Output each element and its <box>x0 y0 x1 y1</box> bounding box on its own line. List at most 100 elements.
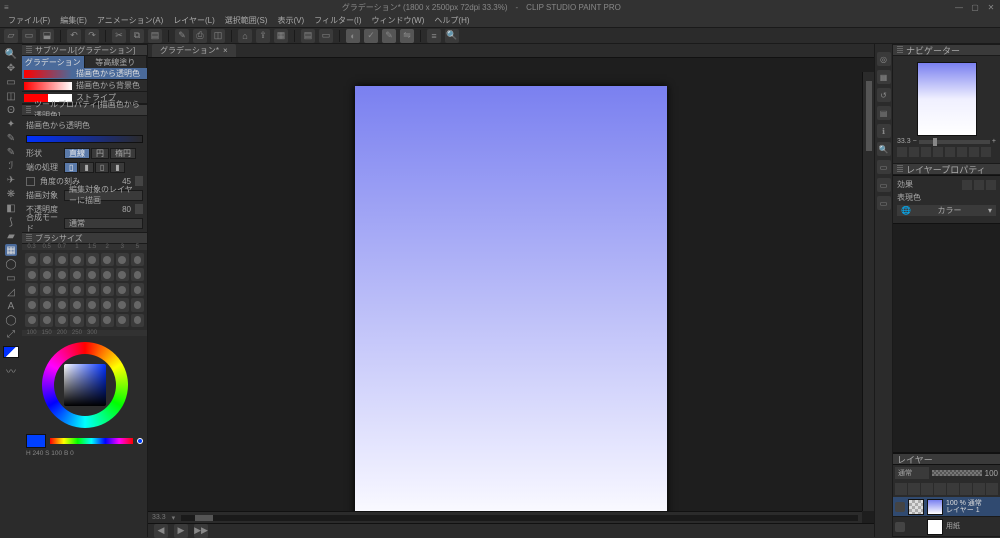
brush-preset[interactable] <box>101 298 114 311</box>
edge-opt-2[interactable]: ▮ <box>79 162 93 173</box>
timeline-prev-icon[interactable]: ◀ <box>154 524 168 538</box>
cut-icon[interactable]: ✂ <box>112 29 126 43</box>
hue-slider[interactable] <box>50 438 133 444</box>
item3-icon[interactable]: ▭ <box>877 196 891 210</box>
angle-checkbox[interactable] <box>26 177 35 186</box>
nav-tool-3[interactable] <box>921 147 931 157</box>
subtool-item-0[interactable]: 描画色から透明色 <box>22 68 147 80</box>
brush-preset[interactable] <box>116 298 129 311</box>
brush-preset[interactable] <box>40 314 53 327</box>
brush-preset[interactable] <box>131 268 144 281</box>
tool-operation[interactable]: ▭ <box>5 76 17 88</box>
color-wheel[interactable] <box>42 342 128 428</box>
zoom-in-icon[interactable]: + <box>992 138 996 145</box>
tool-gradient[interactable]: ▦ <box>5 244 17 256</box>
layer-row-1[interactable]: 用紙 <box>893 517 1000 537</box>
save-icon[interactable]: ⬓ <box>40 29 54 43</box>
brush-preset[interactable] <box>131 253 144 266</box>
document-tab[interactable]: グラデーション* × <box>152 44 236 57</box>
tool-eraser[interactable]: ◧ <box>5 202 17 214</box>
layer-visibility-icon[interactable] <box>895 522 905 532</box>
tool-pen[interactable]: ✎ <box>5 146 17 158</box>
brush-preset[interactable] <box>70 314 83 327</box>
redo-icon[interactable]: ↷ <box>85 29 99 43</box>
brush-preset[interactable] <box>101 253 114 266</box>
layerprop-mode-select[interactable]: 🌐カラー▾ <box>897 205 996 216</box>
target-select[interactable]: 編集対象のレイヤーに描画 <box>64 190 143 201</box>
tool-fill[interactable]: ▰ <box>5 230 17 242</box>
gradient-preview-bar[interactable] <box>26 135 143 143</box>
search-icon[interactable]: 🔍 <box>445 29 459 43</box>
layer-more-icon[interactable] <box>986 483 998 495</box>
flip-icon[interactable]: ⇋ <box>400 29 414 43</box>
close-button[interactable]: ✕ <box>986 2 996 12</box>
align-icon[interactable]: ≡ <box>427 29 441 43</box>
layer-clip-icon[interactable] <box>908 483 920 495</box>
tool-move[interactable]: ✥ <box>5 62 17 74</box>
brush-preset[interactable] <box>55 298 68 311</box>
layer-row-0[interactable]: 100 % 通常 レイヤー 1 <box>893 497 1000 517</box>
tool-frame[interactable]: ▭ <box>5 272 17 284</box>
minimize-button[interactable]: — <box>954 2 964 12</box>
tool-lasso[interactable]: ʘ <box>5 104 17 116</box>
toolprop-panel-header[interactable]: ツールプロパティ[描画色から透明色] <box>22 104 147 116</box>
grid-icon[interactable]: ▦ <box>274 29 288 43</box>
navigator-thumbnail[interactable] <box>917 62 977 136</box>
history-icon[interactable]: ↺ <box>877 88 891 102</box>
close-tab-icon[interactable]: × <box>223 46 228 55</box>
brush-preset[interactable] <box>116 253 129 266</box>
nav-tool-2[interactable] <box>909 147 919 157</box>
tool-ruler[interactable]: ◿ <box>5 286 17 298</box>
brush-preset[interactable] <box>70 298 83 311</box>
tool-marquee[interactable]: ◫ <box>5 90 17 102</box>
nav-tool-7[interactable] <box>969 147 979 157</box>
layer-ref-icon[interactable] <box>921 483 933 495</box>
brush-preset[interactable] <box>101 314 114 327</box>
layer-opacity-slider[interactable] <box>932 470 982 476</box>
brush-preset[interactable] <box>40 253 53 266</box>
shape-ellipse[interactable]: 楕円 <box>110 148 136 159</box>
scroll-track[interactable] <box>181 515 858 521</box>
layer-draft-icon[interactable] <box>934 483 946 495</box>
tablet-icon[interactable]: ▭ <box>319 29 333 43</box>
brush-preset[interactable] <box>25 314 38 327</box>
horizontal-scrollbar[interactable]: 33.3 ▾ <box>148 511 862 523</box>
menu-window[interactable]: ウィンドウ(W) <box>368 15 429 26</box>
menu-filter[interactable]: フィルター(I) <box>310 15 365 26</box>
annotate-icon[interactable]: ✎ <box>175 29 189 43</box>
effect-color-icon[interactable] <box>986 180 996 190</box>
effect-border-icon[interactable] <box>962 180 972 190</box>
brush-preset[interactable] <box>25 253 38 266</box>
nav-tool-1[interactable] <box>897 147 907 157</box>
brushsize-panel-header[interactable]: ブラシサイズ <box>22 232 147 244</box>
opacity-stepper[interactable] <box>135 204 143 214</box>
brush-preset[interactable] <box>86 253 99 266</box>
brush-preset[interactable] <box>25 268 38 281</box>
layer-mask-icon[interactable] <box>947 483 959 495</box>
brush-preset[interactable] <box>131 298 144 311</box>
brush-preset[interactable] <box>101 268 114 281</box>
brush-preset[interactable] <box>86 298 99 311</box>
tool-wand[interactable]: ✦ <box>5 118 17 130</box>
material-icon[interactable]: ▦ <box>877 70 891 84</box>
tool-deco[interactable]: ❋ <box>5 188 17 200</box>
menu-edit[interactable]: 編集(E) <box>56 15 91 26</box>
info-icon[interactable]: ℹ <box>877 124 891 138</box>
autoaction-icon[interactable]: ▤ <box>877 106 891 120</box>
layer-color-icon[interactable] <box>973 483 985 495</box>
menu-file[interactable]: ファイル(F) <box>4 15 54 26</box>
menu-view[interactable]: 表示(V) <box>273 15 308 26</box>
tool-correct[interactable]: ⤢ <box>5 328 17 340</box>
color-square[interactable] <box>64 364 106 406</box>
nav-tool-6[interactable] <box>957 147 967 157</box>
tool-figure[interactable]: ◯ <box>5 258 17 270</box>
zoom-slider[interactable] <box>919 140 990 144</box>
copy-icon[interactable]: ⧉ <box>130 29 144 43</box>
brush-preset[interactable] <box>116 314 129 327</box>
blend-select[interactable]: 通常 <box>64 218 143 229</box>
brush-preset[interactable] <box>70 253 83 266</box>
layers-header[interactable]: レイヤー <box>893 453 1000 465</box>
tool-balloon[interactable]: ◯ <box>5 314 17 326</box>
layer-ruler-icon[interactable] <box>960 483 972 495</box>
tool-blend[interactable]: ⟆ <box>5 216 17 228</box>
